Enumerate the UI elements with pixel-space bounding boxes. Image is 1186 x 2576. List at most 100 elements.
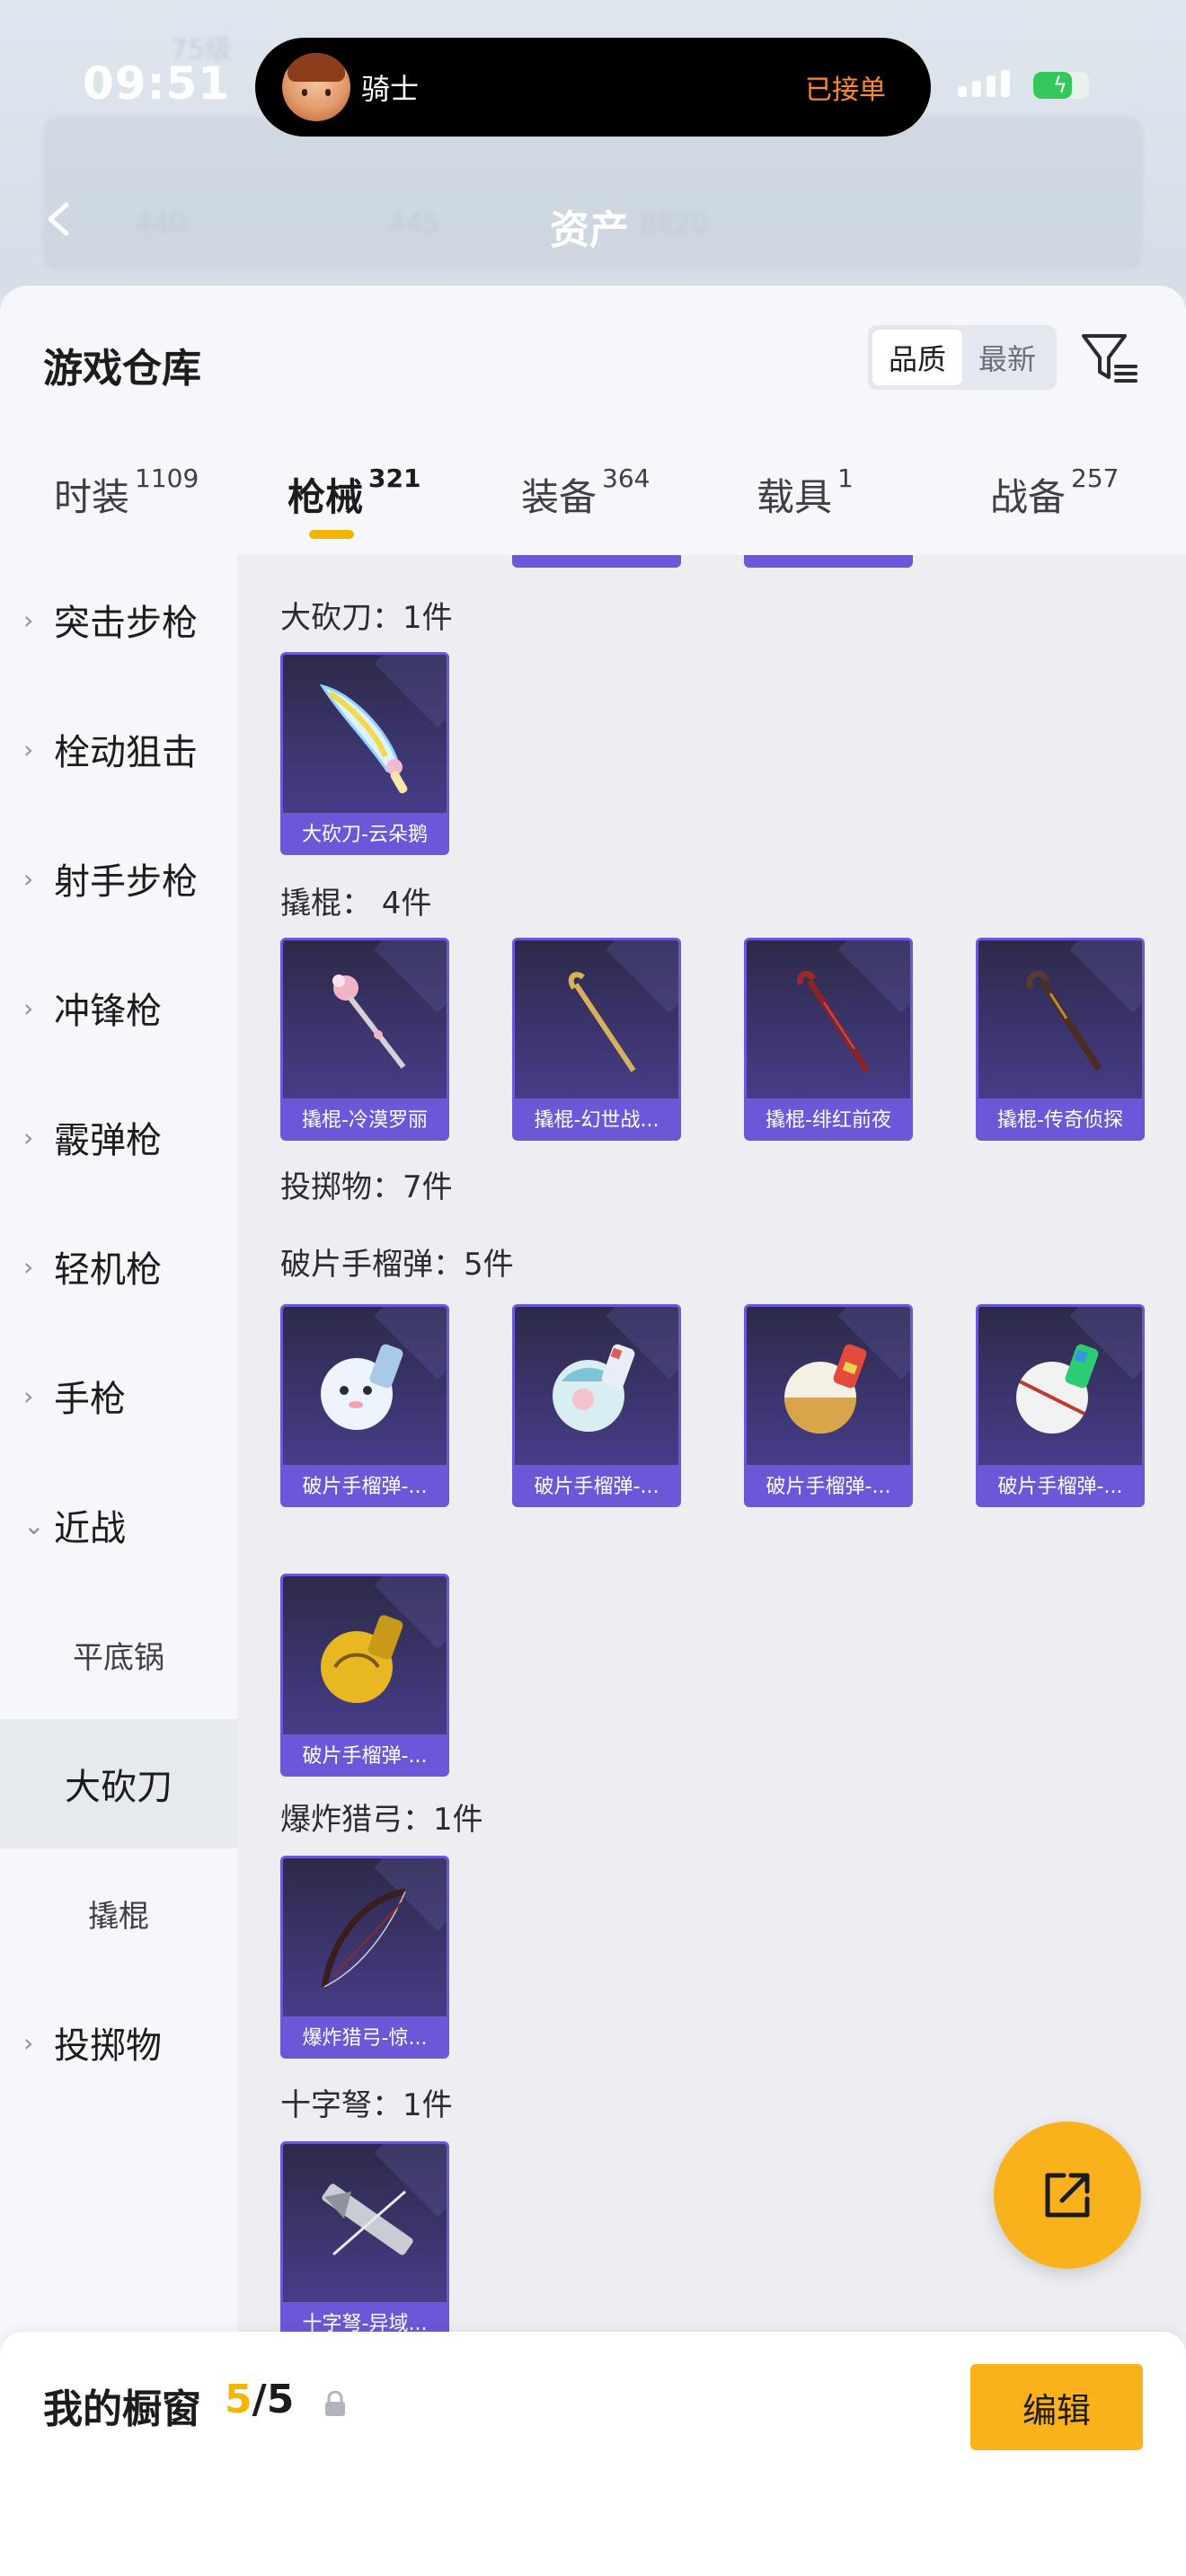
showcase-label: 我的橱窗 [43,2386,201,2432]
crowbar-icon [515,940,678,1098]
showcase-count: 5/5 [225,2377,294,2422]
item-card[interactable]: 撬棍-传奇侦探 [976,938,1145,1141]
island-status: 已接单 [805,75,886,106]
item-grid: 大砍刀：1件 大砍刀-云朵鹅 撬棍： 4件 撬棍-冷漠罗丽 撬棍-幻世战... [237,555,1186,2576]
item-card-caption: 撬棍-幻世战... [515,1098,678,1138]
share-button[interactable] [994,2122,1141,2269]
group-title-frag-grenade: 破片手榴弹：5件 [280,1247,514,1283]
sidebar-item-marksman-rifle[interactable]: › 射手步枪 [0,814,237,943]
tab-count: 321 [368,463,421,493]
showcase-bar: 我的橱窗 5/5 编辑 [0,2332,1186,2576]
sidebar-item-throwables[interactable]: › 投掷物 [0,1978,237,2107]
sort-newest-button[interactable]: 最新 [962,330,1052,385]
share-icon [1045,2173,1090,2218]
sidebar-item-bolt-sniper[interactable]: › 栓动狙击 [0,684,237,814]
tab-equipment[interactable]: 装备 364 [521,463,650,522]
card-peek [744,555,913,568]
sidebar-item-pistol[interactable]: › 手枪 [0,1331,237,1460]
tab-label: 时装 [54,475,130,519]
crossbow-icon [283,2144,447,2302]
tab-count: 257 [1071,463,1120,493]
sidebar-item-assault-rifle[interactable]: › 突击步枪 [0,555,237,684]
showcase-separator: / [252,2377,267,2422]
sidebar-item-smg[interactable]: › 冲锋枪 [0,943,237,1072]
grenade-icon [747,1307,910,1465]
bow-icon [283,1858,447,2016]
sidebar-item-label: 突击步枪 [54,603,198,644]
grenade-icon [283,1307,447,1465]
group-title-machete: 大砍刀：1件 [280,600,453,636]
background-title: 资产 [550,207,629,253]
item-card[interactable]: 破片手榴弹-... [976,1304,1145,1507]
background-value-1: 440 [135,208,187,240]
item-card[interactable]: 撬棍-绯红前夜 [744,938,913,1141]
item-card[interactable]: 爆炸猎弓-惊... [280,1856,449,2059]
item-card[interactable]: 大砍刀-云朵鹅 [280,652,449,855]
sidebar-item-label: 撬棍 [88,1898,149,1935]
item-card[interactable]: 撬棍-冷漠罗丽 [280,938,449,1141]
showcase-total: 5 [266,2377,295,2422]
tab-label: 枪械 [288,475,364,519]
machete-icon [283,655,447,813]
item-card[interactable]: 十字弩-异域... [280,2141,449,2344]
dynamic-island[interactable]: 骑士 已接单 [255,38,931,137]
item-card[interactable]: 破片手榴弹-... [280,1574,449,1777]
item-card-caption: 撬棍-传奇侦探 [978,1098,1142,1138]
sidebar-item-melee[interactable]: ⌄ 近战 [0,1460,237,1590]
tab-firearms[interactable]: 枪械 321 [288,463,420,522]
sidebar-subitem-machete[interactable]: 大砍刀 [0,1719,237,1848]
item-card-caption: 破片手榴弹-... [283,1465,447,1504]
sidebar-item-lmg[interactable]: › 轻机枪 [0,1202,237,1331]
sidebar-subitem-frying-pan[interactable]: 平底锅 [0,1590,237,1719]
avatar [282,53,350,121]
group-title-explosive-bow: 爆炸猎弓：1件 [280,1802,483,1838]
item-card[interactable]: 撬棍-幻世战... [512,938,681,1141]
tab-count: 364 [602,463,651,493]
item-card-caption: 大砍刀-云朵鹅 [283,813,447,852]
chevron-right-icon: › [23,863,34,894]
tab-fashion[interactable]: 时装 1109 [54,463,199,522]
group-title-crowbar: 撬棍： 4件 [280,886,432,922]
tab-gear[interactable]: 战备 257 [990,463,1119,522]
chevron-right-icon: › [23,734,34,764]
sidebar-item-shotgun[interactable]: › 霰弹枪 [0,1072,237,1202]
chevron-down-icon: ⌄ [23,1510,45,1540]
tab-active-indicator [309,530,354,539]
filter-icon[interactable] [1078,327,1141,390]
chevron-right-icon: › [23,1251,34,1282]
sidebar-item-label: 近战 [54,1508,126,1549]
tab-label: 载具 [757,475,833,519]
sort-quality-button[interactable]: 品质 [872,330,962,385]
tab-count: 1109 [135,463,199,493]
tab-vehicles[interactable]: 载具 1 [757,463,854,522]
item-card-caption: 爆炸猎弓-惊... [283,2016,447,2056]
sheet-title: 游戏仓库 [43,346,201,392]
signal-icon [958,70,1010,97]
item-card-caption: 破片手榴弹-... [515,1465,678,1504]
chevron-right-icon: › [23,1381,34,1411]
chevron-right-icon: › [23,2027,34,2058]
sidebar-item-label: 栓动狙击 [54,732,198,773]
crowbar-icon [747,940,910,1098]
sidebar-item-label: 冲锋枪 [54,991,162,1032]
status-time: 09:51 [83,57,231,110]
back-arrow-icon[interactable] [41,201,77,237]
sidebar-item-label: 平底锅 [73,1639,164,1676]
item-card[interactable]: 破片手榴弹-... [512,1304,681,1507]
sidebar-item-label: 霰弹枪 [54,1120,162,1161]
sidebar-item-label: 手枪 [54,1379,126,1420]
item-card[interactable]: 破片手榴弹-... [280,1304,449,1507]
item-card-caption: 破片手榴弹-... [283,1734,447,1774]
chevron-right-icon: › [23,1122,34,1152]
battery-icon: ϟ [1033,72,1089,99]
item-card[interactable]: 破片手榴弹-... [744,1304,913,1507]
crowbar-icon [978,940,1142,1098]
sidebar-item-label: 射手步枪 [54,861,198,903]
sidebar-item-label: 大砍刀 [65,1767,173,1808]
tab-label: 装备 [521,475,597,519]
grenade-icon [515,1307,678,1465]
edit-button[interactable]: 编辑 [970,2364,1143,2450]
sidebar-item-label: 投掷物 [54,2025,162,2067]
grenade-icon [283,1576,447,1734]
sidebar-subitem-crowbar[interactable]: 撬棍 [0,1848,237,1978]
